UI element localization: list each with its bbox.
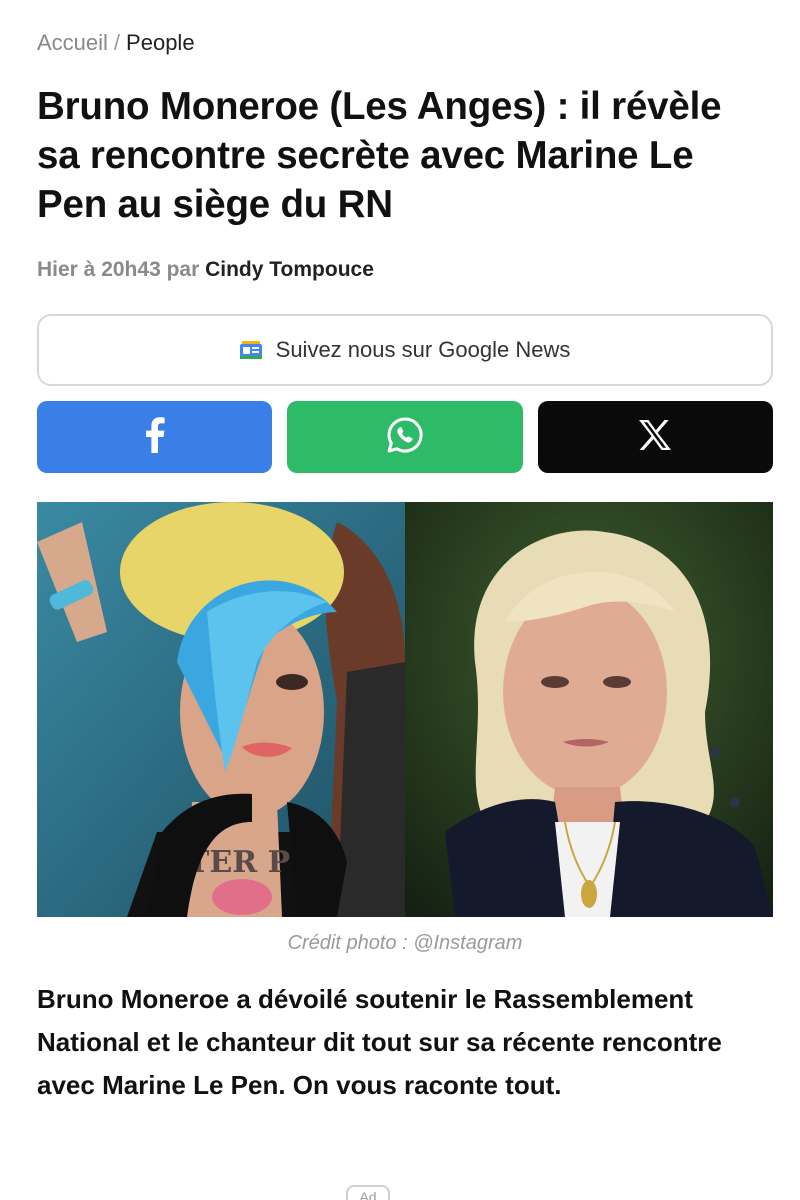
article-byline: Hier à 20h43 par Cindy Tompouce xyxy=(37,258,374,282)
google-news-label: Suivez nous sur Google News xyxy=(275,337,571,362)
x-icon xyxy=(638,419,672,456)
share-bar xyxy=(37,401,773,473)
article-lead: Bruno Moneroe a dévoilé soutenir le Rass… xyxy=(37,984,722,1100)
breadcrumb-home-link[interactable]: Accueil xyxy=(37,30,108,56)
ad-label: Ad xyxy=(346,1185,390,1200)
hero-photo-left: TER P xyxy=(37,502,405,917)
article-title: Bruno Moneroe (Les Anges) : il révèle sa… xyxy=(37,85,722,226)
article-hero-image: TER P xyxy=(37,502,773,917)
google-news-follow-button[interactable]: Suivez nous sur Google News xyxy=(37,314,773,386)
breadcrumb-separator: / xyxy=(113,30,121,55)
google-news-icon xyxy=(239,341,262,359)
breadcrumb-people-link[interactable]: People xyxy=(126,30,195,56)
breadcrumb: Accueil / People xyxy=(37,30,195,56)
article-date: Hier à 20h43 par xyxy=(37,258,200,281)
whatsapp-icon xyxy=(386,416,424,459)
share-facebook-button[interactable] xyxy=(37,401,273,473)
hero-photo-right xyxy=(405,502,773,917)
photo-credit: Crédit photo : @Instagram xyxy=(287,932,523,954)
share-whatsapp-button[interactable] xyxy=(287,401,523,473)
article-author-link[interactable]: Cindy Tompouce xyxy=(205,258,374,281)
share-x-button[interactable] xyxy=(537,401,773,473)
facebook-icon xyxy=(144,416,166,458)
